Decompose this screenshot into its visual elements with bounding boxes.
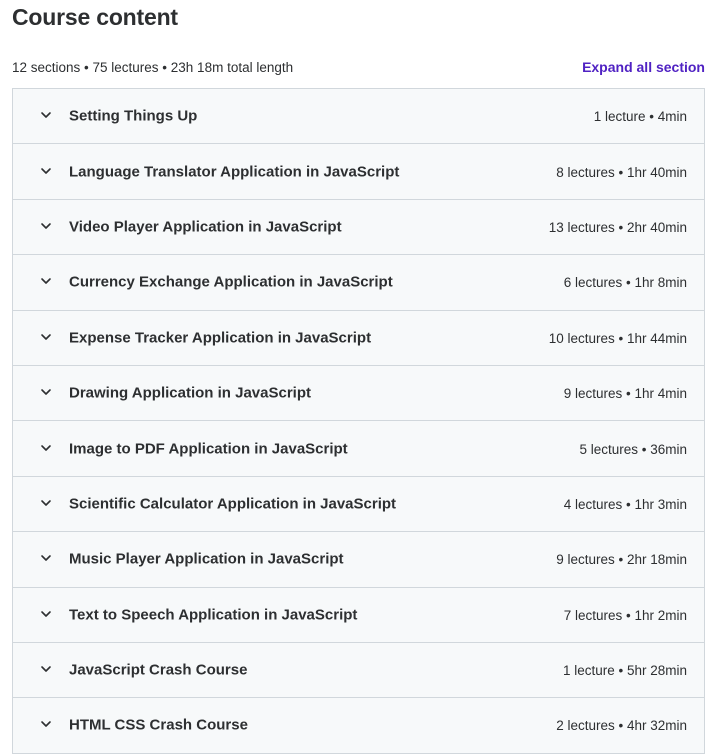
sections-list: Setting Things Up 1 lecture • 4min Langu… [12, 88, 705, 754]
chevron-down-icon [40, 165, 52, 177]
section-meta: 6 lectures • 1hr 8min [563, 275, 687, 291]
section-header[interactable]: JavaScript Crash Course 1 lecture • 5hr … [13, 642, 704, 699]
course-summary-text: 12 sections • 75 lectures • 23h 18m tota… [12, 60, 294, 75]
section-header[interactable]: Expense Tracker Application in JavaScrip… [13, 310, 704, 366]
section-title: JavaScript Crash Course [69, 661, 248, 679]
section-header[interactable]: Scientific Calculator Application in Jav… [13, 476, 704, 533]
chevron-down-icon [40, 220, 52, 232]
section-meta: 5 lectures • 36min [579, 441, 687, 457]
section-header[interactable]: Setting Things Up 1 lecture • 4min [13, 89, 704, 145]
section-title: HTML CSS Crash Course [69, 716, 248, 734]
section-header[interactable]: Language Translator Application in JavaS… [13, 144, 704, 200]
chevron-down-icon [40, 109, 52, 121]
section-meta: 4 lectures • 1hr 3min [563, 496, 687, 512]
chevron-down-icon [40, 663, 52, 675]
chevron-down-icon [40, 442, 52, 454]
section-title: Expense Tracker Application in JavaScrip… [69, 329, 372, 347]
section-title: Language Translator Application in JavaS… [69, 163, 400, 181]
chevron-down-icon [40, 386, 52, 398]
expand-all-sections-button[interactable]: Expand all section [582, 59, 705, 75]
section-title: Music Player Application in JavaScript [69, 550, 344, 568]
section-title: Drawing Application in JavaScript [69, 384, 311, 402]
course-summary-row: 12 sections • 75 lectures • 23h 18m tota… [12, 58, 705, 78]
section-title: Currency Exchange Application in JavaScr… [69, 273, 393, 291]
section-meta: 2 lectures • 4hr 32min [556, 718, 687, 734]
section-meta: 8 lectures • 1hr 40min [556, 164, 687, 180]
section-title: Video Player Application in JavaScript [69, 218, 342, 236]
section-title: Image to PDF Application in JavaScript [69, 440, 348, 458]
section-meta: 9 lectures • 2hr 18min [556, 552, 687, 568]
section-meta: 1 lecture • 5hr 28min [562, 662, 687, 678]
section-header[interactable]: Image to PDF Application in JavaScript 5… [13, 421, 704, 477]
section-header[interactable]: Currency Exchange Application in JavaScr… [13, 255, 704, 311]
section-meta: 10 lectures • 1hr 44min [548, 330, 687, 346]
page-title: Course content [12, 4, 178, 30]
section-meta: 7 lectures • 1hr 2min [563, 607, 687, 623]
chevron-down-icon [40, 718, 52, 730]
section-meta: 13 lectures • 2hr 40min [548, 219, 687, 235]
section-title: Text to Speech Application in JavaScript [69, 606, 358, 624]
chevron-down-icon [40, 608, 52, 620]
chevron-down-icon [40, 275, 52, 287]
section-header[interactable]: Video Player Application in JavaScript 1… [13, 199, 704, 256]
section-title: Setting Things Up [69, 107, 198, 125]
section-header[interactable]: HTML CSS Crash Course 2 lectures • 4hr 3… [13, 698, 704, 754]
section-header[interactable]: Music Player Application in JavaScript 9… [13, 532, 704, 588]
chevron-down-icon [40, 552, 52, 564]
section-header[interactable]: Text to Speech Application in JavaScript… [13, 587, 704, 643]
chevron-down-icon [40, 331, 52, 343]
section-header[interactable]: Drawing Application in JavaScript 9 lect… [13, 365, 704, 422]
section-title: Scientific Calculator Application in Jav… [69, 495, 397, 513]
section-meta: 1 lecture • 4min [593, 108, 687, 124]
section-meta: 9 lectures • 1hr 4min [563, 385, 687, 401]
chevron-down-icon [40, 497, 52, 509]
